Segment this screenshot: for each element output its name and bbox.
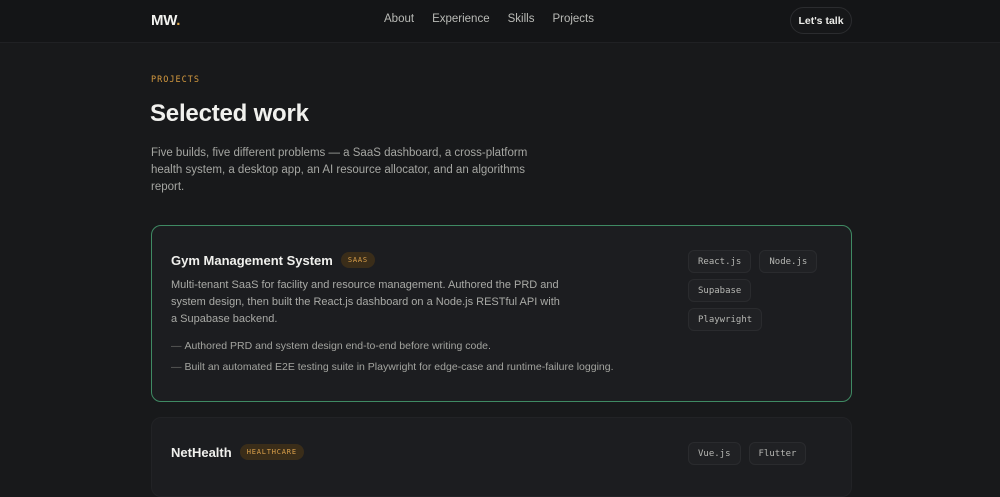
project-highlights: — Authored PRD and system design end-to-e… (171, 339, 614, 381)
tech-tag: Supabase (688, 279, 752, 302)
tech-tag: Playwright (688, 308, 763, 331)
nav-link-about[interactable]: About (384, 13, 414, 25)
page-title: Selected work (150, 100, 309, 127)
project-card-header: Gym Management System SAAS (171, 252, 375, 268)
highlight-text: Authored PRD and system design end-to-en… (184, 340, 491, 352)
project-title: NetHealth (171, 444, 232, 460)
nav-link-skills[interactable]: Skills (508, 13, 535, 25)
logo-dot: . (176, 12, 181, 29)
lets-talk-button[interactable]: Let's talk (790, 7, 852, 34)
nav-link-projects[interactable]: Projects (552, 13, 594, 25)
project-category-badge: SAAS (340, 252, 375, 268)
tech-tag: Node.js (759, 250, 818, 273)
project-category-badge: HEALTHCARE (239, 444, 304, 460)
highlight-item: — Built an automated E2E testing suite in… (171, 360, 614, 381)
project-card-nethealth[interactable]: NetHealth HEALTHCARE Vue.js Flutter (151, 417, 852, 497)
dash-icon: — (171, 361, 182, 373)
tech-tag: Flutter (748, 442, 807, 465)
logo-text: MW (151, 12, 177, 29)
main-nav: About Experience Skills Projects (384, 13, 594, 25)
dash-icon: — (171, 340, 182, 352)
tech-tag: Vue.js (688, 442, 741, 465)
nav-link-experience[interactable]: Experience (432, 13, 490, 25)
tech-tag-list: React.js Node.js Supabase Playwright (688, 250, 828, 331)
site-logo[interactable]: MW. (151, 12, 180, 29)
section-eyebrow: PROJECTS (151, 75, 200, 85)
tech-tag: React.js (688, 250, 752, 273)
project-description: Multi-tenant SaaS for facility and resou… (171, 279, 560, 325)
highlight-item: — Authored PRD and system design end-to-e… (171, 339, 614, 360)
project-title: Gym Management System (171, 252, 333, 268)
tech-tag-list: Vue.js Flutter (688, 442, 828, 465)
project-card-header: NetHealth HEALTHCARE (171, 444, 304, 460)
section-intro: Five builds, five different problems — a… (151, 147, 528, 193)
highlight-text: Built an automated E2E testing suite in … (184, 361, 614, 373)
top-navigation-bar: MW. About Experience Skills Projects Let… (0, 0, 1000, 43)
project-card-gym-management[interactable]: Gym Management System SAAS Multi-tenant … (151, 225, 852, 402)
